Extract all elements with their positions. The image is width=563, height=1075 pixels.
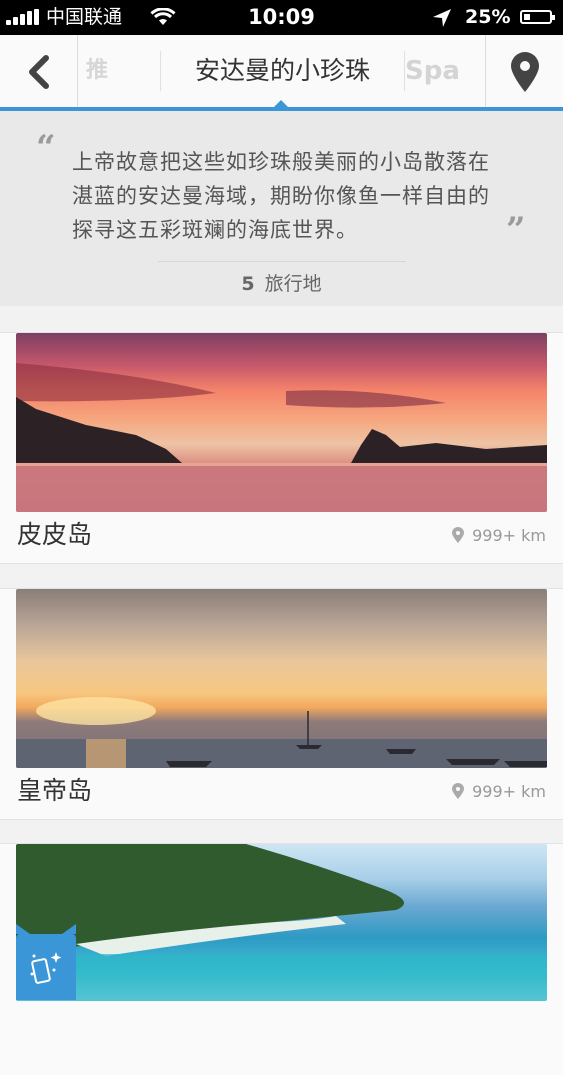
destination-count-number: 5 [241,273,255,295]
status-bar: 中国联通 10:09 25% [0,0,563,35]
battery-icon [520,10,555,24]
destination-name: 皮皮岛 [17,520,93,549]
map-pin-icon [452,783,465,799]
divider [158,261,406,262]
destination-photo[interactable] [16,844,547,1001]
collection-intro: “ 上帝故意把这些如珍珠般美丽的小岛散落在湛蓝的安达曼海域，期盼你像鱼一样自由的… [0,111,563,306]
list-item[interactable]: 皇帝岛 999+ km [0,588,563,820]
destination-count-label: 旅行地 [264,273,322,295]
phone-sparkle-icon [30,952,62,984]
destination-photo[interactable] [16,589,547,768]
destination-distance: 999+ km [452,525,546,547]
destination-count: 5 旅行地 [0,271,563,297]
list-item[interactable] [0,843,563,1075]
location-button[interactable] [485,35,563,107]
tab-previous[interactable]: 推 [86,51,108,91]
map-pin-icon [452,527,465,543]
map-pin-icon [511,52,539,92]
tab-next[interactable]: Spa [405,51,483,91]
list-item[interactable]: 皮皮岛 999+ km [0,332,563,564]
back-button[interactable] [0,35,78,107]
distance-value: 999+ km [472,526,546,545]
page-title: 安达曼的小珍珠 [160,51,405,91]
quote-close-mark: ” [506,210,526,250]
quote-open-mark: “ [36,128,56,168]
active-tab-indicator [273,100,289,108]
location-arrow-icon [432,8,452,32]
distance-value: 999+ km [472,782,546,801]
battery-percentage: 25% [465,6,511,28]
discover-button[interactable] [16,924,76,1000]
collection-description: 上帝故意把这些如珍珠般美丽的小岛散落在湛蓝的安达曼海域，期盼你像鱼一样自由的探寻… [72,150,490,242]
destination-photo[interactable] [16,333,547,512]
chevron-left-icon [29,55,49,89]
destination-name: 皇帝岛 [17,776,93,805]
destination-distance: 999+ km [452,781,546,803]
